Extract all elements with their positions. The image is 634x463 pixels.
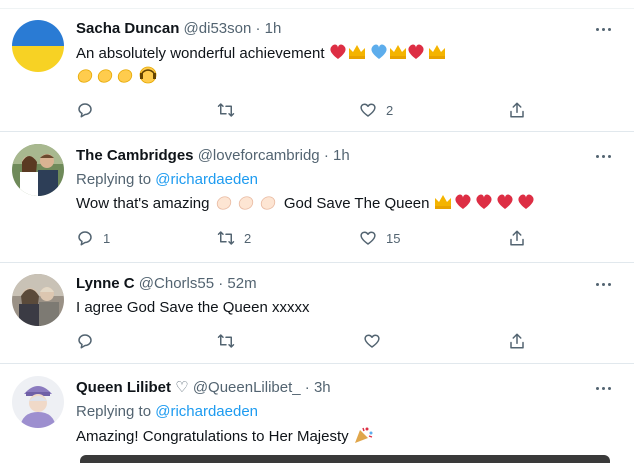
author-handle[interactable]: @Chorls55 [139,275,214,292]
tweet-the-cambridges[interactable]: The Cambridges @loveforcambridg · 1h Rep… [0,132,634,262]
tweet-text-main: Amazing! Congratulations to Her Majesty [76,428,349,445]
reply-button[interactable] [76,331,94,351]
replying-handle[interactable]: @richardaeden [155,403,258,420]
reply-count: 1 [103,230,111,246]
author-name[interactable]: The Cambridges [76,147,194,164]
like-button[interactable]: 15 [359,228,400,248]
avatar[interactable] [12,376,64,428]
like-count: 15 [386,230,401,246]
tweet-text: Wow that's amazing God Save The Queen [76,193,540,214]
tweet-text: An absolutely wonderful achievement [76,43,449,64]
replying-label: Replying to [76,403,152,420]
like-button[interactable]: 2 [359,100,393,120]
retweet-icon [217,334,235,348]
clapping-emoji [214,193,280,214]
author-handle[interactable]: @QueenLilibet_ [193,379,301,396]
crown-hearts-emoji [434,193,540,214]
tweet-sacha-duncan[interactable]: Sacha Duncan @di53son · 1h An absolutely… [0,8,634,131]
author-handle[interactable]: @loveforcambridg [198,147,320,164]
retweet-icon [217,231,235,245]
share-button[interactable] [508,100,526,120]
more-icon[interactable] [594,20,612,38]
tweet-lynne-c[interactable]: Lynne C @Chorls55 · 52m I agree God Save… [0,263,634,363]
reply-button[interactable] [76,100,94,120]
heart-icon [364,334,380,348]
retweet-button[interactable] [217,331,235,351]
reply-icon [78,334,92,349]
tweet-text-main: Wow that's amazing [76,195,210,212]
avatar[interactable] [12,20,64,72]
tweet-text-line2 [76,66,162,87]
tweet-text-main: I agree God Save the Queen xxxxx [76,299,310,316]
replying-handle[interactable]: @richardaeden [155,171,258,188]
tweet-queen-lilibet[interactable]: Queen Lilibet ♡ @QueenLilibet_ · 3h Repl… [0,364,634,461]
replying-to: Replying to @richardaeden [76,403,258,421]
tweet-text-emoji [329,43,449,64]
tweet-time[interactable]: 3h [314,379,331,396]
more-icon[interactable] [594,379,612,397]
retweet-button[interactable] [217,100,235,120]
author-name[interactable]: Sacha Duncan [76,20,179,37]
tweet-text-mid: God Save The Queen [283,195,430,212]
avatar[interactable] [12,274,64,326]
separator-dot: · [255,20,261,37]
tweet-text-main: An absolutely wonderful achievement [76,45,325,62]
avatar[interactable] [12,144,64,196]
separator-dot: · [218,275,224,292]
media-card-edge[interactable] [80,455,610,463]
replying-label: Replying to [76,171,152,188]
tweet-time[interactable]: 52m [227,275,256,292]
party-popper-emoji [353,426,373,447]
heart-icon [360,103,376,117]
retweet-icon [217,103,235,117]
tweet-text: I agree God Save the Queen xxxxx [76,298,309,318]
author-handle[interactable]: @di53son [184,20,252,37]
tweet-text: Amazing! Congratulations to Her Majesty [76,426,373,447]
share-button[interactable] [508,228,526,248]
clapping-emoji [76,66,162,87]
separator-dot: · [323,147,329,164]
reply-icon [78,103,92,118]
like-count: 2 [386,102,394,118]
share-button[interactable] [508,331,526,351]
reply-button[interactable]: 1 [76,228,110,248]
name-heart-emoji: ♡ [175,379,189,396]
replying-to: Replying to @richardaeden [76,171,258,189]
tweet-time[interactable]: 1h [333,147,350,164]
retweet-count: 2 [244,230,252,246]
share-icon [510,102,524,118]
more-icon[interactable] [594,275,612,293]
retweet-button[interactable]: 2 [217,228,251,248]
separator-dot: · [304,379,310,396]
tweet-time[interactable]: 1h [265,20,282,37]
more-icon[interactable] [594,147,612,165]
reply-icon [78,231,92,246]
like-button[interactable] [363,331,381,351]
author-name[interactable]: Lynne C [76,275,135,292]
share-icon [510,230,524,246]
author-name[interactable]: Queen Lilibet [76,379,171,396]
heart-icon [360,231,376,245]
share-icon [510,333,524,349]
